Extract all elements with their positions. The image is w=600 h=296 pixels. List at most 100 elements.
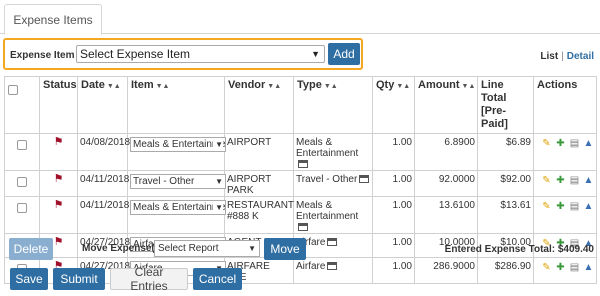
status-header: Status [39,76,78,134]
flag-icon: ⚑ [53,173,64,185]
flag-icon: ⚑ [53,136,64,148]
amount-header[interactable]: Amount ▼▲ [414,76,478,134]
sort-icon: ▼▲ [106,83,121,90]
type-cell: Meals & Entertainment [293,133,373,171]
actions-cell: ✎ ✚ ▤ ▲ [533,170,597,197]
edit-icon[interactable]: ✎ [541,138,552,149]
notes-icon[interactable]: ▤ [569,201,580,212]
table-row: ⚑ 04/11/2018 Meals & Entertainment ▼ RESTAUR… [4,196,597,234]
actions-cell: ✎ ✚ ▤ ▲ [533,133,597,171]
sort-icon: ▼▲ [461,83,476,90]
actions-cell: ✎ ✚ ▤ ▲ [533,196,597,234]
view-toggle: List | Detail [540,51,594,62]
vendor-cell: AIRPORT PARK [224,170,294,197]
date-cell: 04/08/2018 [77,133,130,171]
vendor-cell: RESTAURANT #888 K [224,196,294,234]
status-cell: ⚑ [39,196,78,234]
chevron-down-icon: ▼ [213,138,223,151]
line-total-cell: $286.90 [477,257,534,284]
qty-cell: 1.00 [372,233,415,258]
receipt-icon[interactable] [327,238,338,247]
save-button[interactable]: Save [10,268,48,290]
chevron-down-icon: ▼ [213,175,223,188]
allocate-icon[interactable]: ▲ [583,138,594,149]
notes-icon[interactable]: ▤ [569,262,580,273]
expense-item-label: Expense Item : [10,50,81,61]
tab-bar: Expense Items [0,0,600,35]
allocate-icon[interactable]: ▲ [583,262,594,273]
copy-icon[interactable]: ✚ [555,175,566,186]
line-total-cell: $92.00 [477,170,534,197]
item-header[interactable]: Item ▼▲ [127,76,225,134]
expense-item-select-value: Select Expense Item [80,47,191,61]
chevron-down-icon: ▼ [213,201,223,214]
list-view-link[interactable]: List [540,51,558,62]
row-select-cell [4,196,40,234]
flag-icon: ⚑ [53,236,64,248]
notes-icon[interactable]: ▤ [569,138,580,149]
delete-button[interactable]: Delete [9,238,53,260]
amount-cell: 13.6100 [414,196,478,234]
vendor-cell: AIRPORT [224,133,294,171]
view-separator: | [561,51,564,62]
qty-header[interactable]: Qty ▼▲ [372,76,415,134]
vendor-header[interactable]: Vendor ▼▲ [224,76,294,134]
cancel-button[interactable]: Cancel [193,268,242,290]
copy-icon[interactable]: ✚ [555,138,566,149]
type-header[interactable]: Type ▼▲ [293,76,373,134]
submit-button[interactable]: Submit [53,268,105,290]
copy-icon[interactable]: ✚ [555,262,566,273]
sort-icon: ▼▲ [323,83,338,90]
row-checkbox[interactable] [17,140,27,150]
qty-cell: 1.00 [372,257,415,284]
add-button[interactable]: Add [328,43,360,65]
table-row: ⚑ 04/11/2018 Travel - Other ▼ AIRPORT PARK Tr… [4,170,597,197]
edit-icon[interactable]: ✎ [541,262,552,273]
clear-entries-button[interactable]: Clear Entries [110,265,188,293]
copy-icon[interactable]: ✚ [555,201,566,212]
edit-icon[interactable]: ✎ [541,175,552,186]
type-cell: Travel - Other [293,170,373,197]
select-all-checkbox[interactable] [8,85,18,95]
receipt-icon[interactable] [298,223,308,232]
detail-view-link[interactable]: Detail [567,51,594,62]
receipt-icon[interactable] [327,262,338,271]
expense-item-select[interactable]: Select Expense Item ▼ [76,45,325,63]
report-select-value: Select Report [158,243,219,254]
row-checkbox[interactable] [17,203,27,213]
move-button[interactable]: Move [264,238,306,260]
status-cell: ⚑ [39,170,78,197]
notes-icon[interactable]: ▤ [569,175,580,186]
report-select[interactable]: Select Report ▼ [154,240,260,257]
row-checkbox[interactable] [17,177,27,187]
sort-icon: ▼▲ [396,83,411,90]
qty-cell: 1.00 [372,196,415,234]
table-row: ⚑ 04/08/2018 Meals & Entertainment ▼ AIRPORT… [4,133,597,171]
chevron-down-icon: ▼ [248,244,256,253]
sort-icon: ▼▲ [155,83,170,90]
type-cell: Airfare [293,257,373,284]
line-total-header: Line Total [Pre-Paid] [477,76,534,134]
amount-cell: 92.0000 [414,170,478,197]
allocate-icon[interactable]: ▲ [583,175,594,186]
allocate-icon[interactable]: ▲ [583,201,594,212]
line-total-cell: $6.89 [477,133,534,171]
expense-item-picker: Expense Item : Select Expense Item ▼ Add [3,38,363,70]
item-select[interactable]: Meals & Entertainment ▼ [130,200,226,215]
item-select[interactable]: Meals & Entertainment ▼ [130,137,226,152]
item-select[interactable]: Travel - Other ▼ [130,174,226,189]
item-cell: Travel - Other ▼ [127,170,226,197]
tab-expense-items[interactable]: Expense Items [4,4,102,35]
date-header[interactable]: Date ▼▲ [77,76,128,134]
date-cell: 04/11/2018 [77,196,129,234]
chevron-down-icon: ▼ [311,49,320,59]
row-select-cell [4,133,40,171]
receipt-icon[interactable] [298,160,308,169]
form-buttons: Save Submit Clear Entries Cancel [10,265,242,293]
receipt-icon[interactable] [359,175,370,184]
sort-icon: ▼▲ [267,83,282,90]
edit-icon[interactable]: ✎ [541,201,552,212]
flag-icon: ⚑ [53,199,64,211]
qty-cell: 1.00 [372,170,415,197]
amount-cell: 286.9000 [414,257,478,284]
